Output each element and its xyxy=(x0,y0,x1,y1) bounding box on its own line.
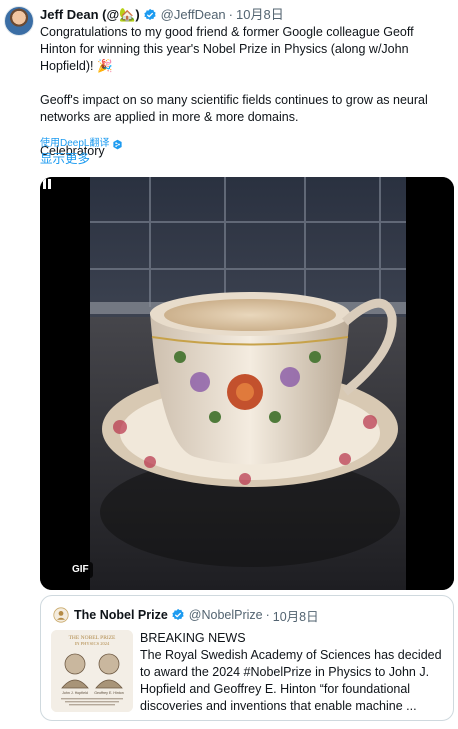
separator-dot: · xyxy=(265,608,270,622)
nobel-thumbnail[interactable]: THE NOBEL PRIZE IN PHYSICS 2024 John J. … xyxy=(51,630,133,712)
nobel-logo-icon xyxy=(53,607,69,623)
author-handle[interactable]: @JeffDean xyxy=(161,6,226,24)
translate-link[interactable]: 使用DeepL翻译 xyxy=(40,137,123,151)
tweet-paragraph: Geoff's impact on so many scientific fie… xyxy=(40,93,428,124)
nobel-portraits-image: THE NOBEL PRIZE IN PHYSICS 2024 John J. … xyxy=(51,630,133,712)
quoted-text: BREAKING NEWS The Royal Swedish Academy … xyxy=(140,630,446,715)
pause-icon[interactable] xyxy=(40,177,54,191)
quoted-timestamp[interactable]: 10月8日 xyxy=(273,606,319,625)
gif-badge: GIF xyxy=(68,562,93,578)
thumb-subheading: IN PHYSICS 2024 xyxy=(75,641,110,646)
thumb-name-right: Geoffrey E. Hinton xyxy=(94,691,124,695)
gif-media[interactable]: GIF xyxy=(40,177,454,590)
quoted-author-name[interactable]: The Nobel Prize xyxy=(74,608,168,622)
translate-label: 使用DeepL翻译 xyxy=(40,138,110,149)
quoted-header: The Nobel Prize @NobelPrize · 10月8日 xyxy=(53,606,319,624)
teacup-image xyxy=(40,177,454,590)
timestamp[interactable]: 10月8日 xyxy=(236,6,284,24)
thumb-name-left: John J. Hopfield xyxy=(62,691,88,695)
tweet-paragraph: Congratulations to my good friend & form… xyxy=(40,25,414,73)
tweet-header: Jeff Dean (@🏡) @JeffDean · 10月8日 xyxy=(40,6,284,24)
quoted-handle[interactable]: @NobelPrize xyxy=(189,608,263,622)
quoted-line: BREAKING NEWS xyxy=(140,631,246,645)
author-name[interactable]: Jeff Dean (@🏡) xyxy=(40,6,140,24)
quoted-tweet[interactable]: The Nobel Prize @NobelPrize · 10月8日 THE … xyxy=(40,595,454,721)
avatar[interactable] xyxy=(4,6,34,36)
verified-badge-icon xyxy=(144,8,156,20)
deepl-icon xyxy=(113,139,123,149)
separator-dot: · xyxy=(228,7,233,22)
quoted-line: The Royal Swedish Academy of Sciences ha… xyxy=(140,648,442,713)
verified-badge-icon xyxy=(172,608,184,620)
show-more-link[interactable]: 显示更多 xyxy=(40,151,90,168)
